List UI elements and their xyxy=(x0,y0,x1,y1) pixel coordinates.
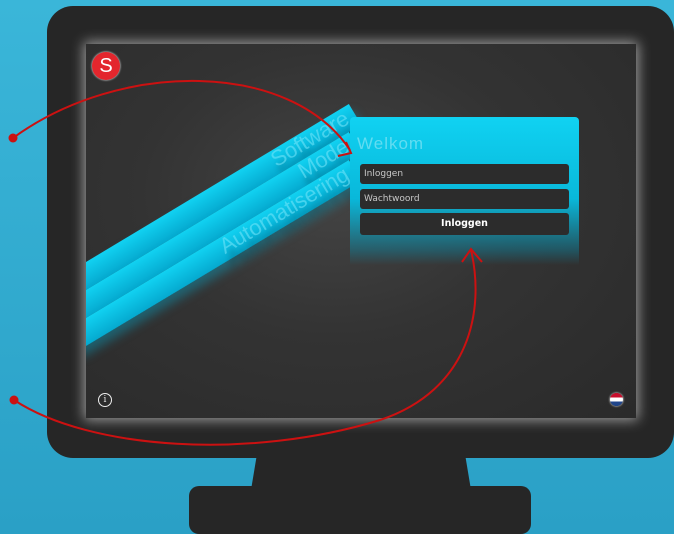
login-button[interactable]: Inloggen xyxy=(360,213,569,235)
annotation-dot xyxy=(9,395,19,405)
info-icon[interactable]: i xyxy=(98,393,112,407)
login-card: Welkom Inloggen xyxy=(350,117,579,265)
flag-netherlands-icon[interactable] xyxy=(610,393,623,406)
welcome-title: Welkom xyxy=(357,134,425,153)
password-field[interactable] xyxy=(360,189,569,209)
username-field[interactable] xyxy=(360,164,569,184)
monitor-screen: Software Mode Automatisering S Welkom In… xyxy=(86,44,636,418)
logo: S xyxy=(92,52,120,80)
monitor-base xyxy=(189,486,531,534)
annotation-dot xyxy=(8,133,18,143)
